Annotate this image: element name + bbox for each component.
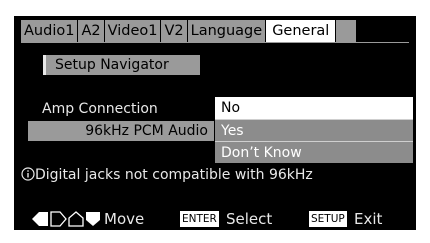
option-dont-know[interactable]: Don’t Know [215,141,413,163]
tab-a2[interactable]: A2 [78,20,105,42]
info-icon [21,167,35,181]
tab-bar: Audio1 A2 Video1 V2 Language General [21,20,357,42]
down-arrow-icon [86,212,100,226]
move-label: Move [104,210,145,228]
info-message: Digital jacks not compatible with 96kHz [21,165,313,185]
setup-navigator-button[interactable]: Setup Navigator [43,55,200,75]
left-arrow-icon [32,212,48,226]
up-arrow-icon [68,211,84,227]
tab-general[interactable]: General [266,20,337,42]
option-dropdown: No Yes Don’t Know [215,97,413,163]
bottom-bar: Move ENTER Select SETUP Exit [14,208,416,230]
setup-key-badge[interactable]: SETUP [309,211,347,227]
tab-bar-spacer [336,20,357,42]
right-arrow-icon [50,211,67,227]
option-yes[interactable]: Yes [215,119,413,141]
amp-connection-label[interactable]: Amp Connection [42,99,158,119]
tab-video1[interactable]: Video1 [104,20,162,42]
tab-audio1[interactable]: Audio1 [21,20,79,42]
option-no[interactable]: No [215,97,413,119]
pcm-audio-setting[interactable]: 96kHz PCM Audio [28,121,214,141]
tab-language[interactable]: Language [187,20,267,42]
setup-screen: Audio1 A2 Video1 V2 Language General Set… [14,16,416,230]
enter-key-badge[interactable]: ENTER [180,211,219,227]
info-text: Digital jacks not compatible with 96kHz [35,167,313,183]
select-label: Select [226,210,273,228]
exit-label: Exit [354,210,383,228]
tab-underline [21,42,409,43]
arrow-keys [32,211,101,227]
tab-v2[interactable]: V2 [161,20,188,42]
